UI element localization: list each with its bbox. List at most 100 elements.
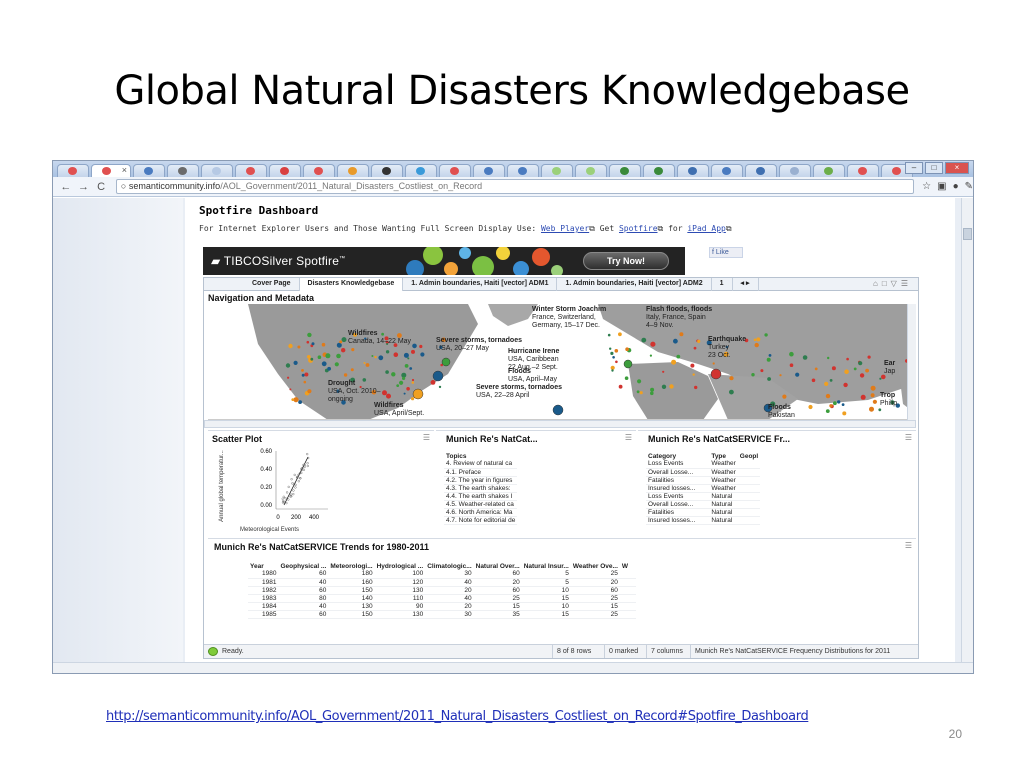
map-marker[interactable] xyxy=(618,384,623,389)
map-marker[interactable] xyxy=(814,367,818,371)
browser-tab[interactable] xyxy=(405,164,437,177)
spotfire-tab[interactable]: 1. Admin boundaries, Haiti [vector] ADM2 xyxy=(557,278,712,291)
map-marker[interactable] xyxy=(671,359,677,365)
table-row[interactable]: Fatalities Weather xyxy=(646,476,761,485)
map-marker[interactable] xyxy=(827,356,830,360)
map-marker[interactable] xyxy=(625,347,629,351)
map-marker[interactable] xyxy=(325,353,331,359)
map-marker[interactable] xyxy=(789,363,794,367)
minimize-icon[interactable]: – xyxy=(905,162,923,174)
map-marker[interactable] xyxy=(291,398,295,401)
column-header[interactable]: Natural Over... xyxy=(474,563,522,570)
browser-tab[interactable] xyxy=(541,164,573,177)
map-marker[interactable] xyxy=(321,342,326,347)
map-horizontal-scrollbar[interactable] xyxy=(204,420,916,428)
map-marker[interactable] xyxy=(870,393,875,398)
map-marker[interactable] xyxy=(402,376,406,380)
ipad-app-link[interactable]: iPad App xyxy=(687,224,726,233)
table-row[interactable]: 1983 80 140 110 40 25 15 25 xyxy=(248,594,636,603)
map-event-bubble[interactable] xyxy=(552,404,564,416)
scatter-point[interactable] xyxy=(302,468,305,471)
table-row[interactable]: Overall Losse... Natural xyxy=(646,500,761,509)
table-row[interactable]: Loss Events Weather xyxy=(646,460,761,469)
map-marker[interactable] xyxy=(859,373,865,378)
map-marker[interactable] xyxy=(768,354,772,357)
tab-close-icon[interactable]: × xyxy=(122,165,127,175)
try-now-button[interactable]: Try Now! xyxy=(583,252,669,270)
column-header[interactable]: Climatologic... xyxy=(425,563,473,570)
map-marker[interactable] xyxy=(378,355,384,361)
map-marker[interactable] xyxy=(293,360,298,365)
map-marker[interactable] xyxy=(692,373,695,376)
map-marker[interactable] xyxy=(825,409,830,413)
map-marker[interactable] xyxy=(321,361,327,367)
column-header[interactable]: Type xyxy=(709,453,737,460)
map-marker[interactable] xyxy=(829,379,833,382)
scatter-point[interactable] xyxy=(292,492,295,496)
browser-tab[interactable] xyxy=(201,164,233,177)
browser-tab[interactable] xyxy=(337,164,369,177)
map-marker[interactable] xyxy=(650,341,656,347)
address-bar[interactable]: ○ semanticommunity.info/AOL_Government/2… xyxy=(115,179,915,194)
table-row[interactable]: Fatalities Natural xyxy=(646,508,761,517)
map-marker[interactable] xyxy=(307,389,312,394)
spotfire-banner[interactable]: ▰ TIBCOSilver Spotfire™ Try Now! xyxy=(203,247,685,275)
browser-tab[interactable] xyxy=(779,164,811,177)
map-marker[interactable] xyxy=(371,355,374,357)
map-marker[interactable] xyxy=(350,368,354,372)
map-vertical-scrollbar[interactable] xyxy=(907,304,916,420)
reload-icon[interactable]: C xyxy=(94,181,108,193)
map-marker[interactable] xyxy=(412,343,417,349)
map-marker[interactable] xyxy=(751,373,755,377)
column-header[interactable]: Geopl xyxy=(738,453,760,460)
map-marker[interactable] xyxy=(650,391,654,396)
map-marker[interactable] xyxy=(618,332,622,337)
map-marker[interactable] xyxy=(779,374,782,377)
map-marker[interactable] xyxy=(303,380,307,384)
map-marker[interactable] xyxy=(639,391,643,395)
map-marker[interactable] xyxy=(336,342,342,348)
map-marker[interactable] xyxy=(842,411,847,416)
map-marker[interactable] xyxy=(754,342,759,348)
column-header[interactable]: Meteorologi... xyxy=(328,563,374,570)
map-marker[interactable] xyxy=(385,370,389,374)
map-event-bubble[interactable] xyxy=(441,357,451,367)
map-marker[interactable] xyxy=(833,401,837,406)
map-marker[interactable] xyxy=(311,342,315,346)
map-marker[interactable] xyxy=(382,390,387,396)
panel-menu-icon[interactable]: ☰ xyxy=(905,433,912,442)
map-marker[interactable] xyxy=(760,369,764,373)
table-row[interactable]: Loss Events Natural xyxy=(646,492,761,501)
column-header[interactable]: Year xyxy=(248,563,278,570)
map-marker[interactable] xyxy=(853,367,857,371)
spotfire-tab[interactable]: 1. Admin boundaries, Haiti [vector] ADM1 xyxy=(403,278,558,291)
scatter-point[interactable] xyxy=(306,452,309,456)
map-marker[interactable] xyxy=(430,380,436,385)
table-row[interactable]: 1981 40 160 120 40 20 5 20 xyxy=(248,578,636,587)
browser-tab[interactable] xyxy=(133,164,165,177)
map-marker[interactable] xyxy=(795,372,800,377)
browser-tab[interactable] xyxy=(57,164,89,177)
table-row[interactable]: 4.4. The earth shakes I xyxy=(444,492,518,501)
map-marker[interactable] xyxy=(676,354,681,359)
disaster-map[interactable]: Winter Storm Joachim France, Switzerland,… xyxy=(208,304,916,420)
map-marker[interactable] xyxy=(865,368,869,373)
scatter-point[interactable] xyxy=(303,465,306,468)
browser-tab[interactable] xyxy=(643,164,675,177)
map-marker[interactable] xyxy=(858,361,863,366)
map-marker[interactable] xyxy=(399,380,404,385)
map-marker[interactable] xyxy=(753,338,757,342)
map-marker[interactable] xyxy=(610,365,615,370)
browser-tab[interactable] xyxy=(439,164,471,177)
map-marker[interactable] xyxy=(662,370,665,373)
map-marker[interactable] xyxy=(767,377,771,381)
close-icon[interactable]: × xyxy=(945,162,969,174)
map-marker[interactable] xyxy=(869,406,874,412)
map-marker[interactable] xyxy=(693,346,697,350)
map-marker[interactable] xyxy=(288,343,293,349)
table-row[interactable]: 1982 60 150 130 20 60 10 60 xyxy=(248,586,636,595)
map-marker[interactable] xyxy=(336,353,341,359)
map-marker[interactable] xyxy=(386,393,391,399)
map-marker[interactable] xyxy=(878,408,882,412)
browser-tab[interactable] xyxy=(507,164,539,177)
